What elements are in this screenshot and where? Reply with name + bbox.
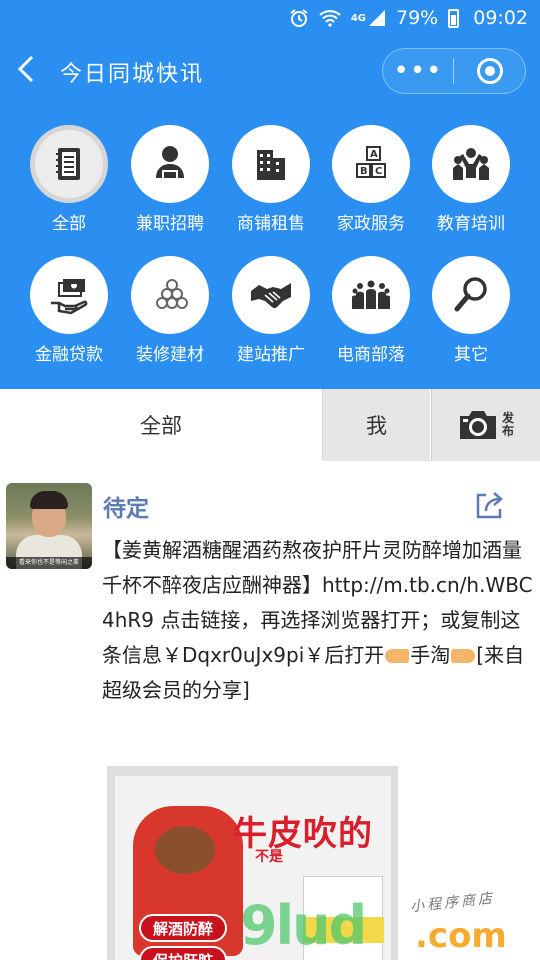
category-website-promotion[interactable]: 建站推广 <box>221 256 321 366</box>
buildings-icon <box>257 150 285 180</box>
category-housekeeping[interactable]: ABC 家政服务 <box>321 125 421 235</box>
category-grid: 全部 兼职招聘 商铺租售 ABC 家政服务 教育培训 金融贷款 装修建材 建站推… <box>0 110 540 389</box>
category-part-time-jobs[interactable]: 兼职招聘 <box>120 125 220 235</box>
clock: 09:02 <box>473 7 528 29</box>
more-button[interactable]: ••• <box>383 49 453 93</box>
tab-me[interactable]: 我 <box>322 389 430 461</box>
publish-label: 发布 <box>502 411 515 438</box>
category-building-materials[interactable]: 装修建材 <box>120 256 220 366</box>
category-ecommerce[interactable]: 电商部落 <box>321 256 421 366</box>
crowd-icon <box>352 280 390 309</box>
category-label: 建站推广 <box>237 345 305 365</box>
status-bar: 4G 79% 09:02 <box>0 0 540 36</box>
wifi-icon <box>319 9 341 27</box>
worker-icon <box>156 146 184 180</box>
category-label: 家政服务 <box>337 214 405 234</box>
pipes-icon <box>156 279 188 309</box>
post-image[interactable]: 牛皮吹的 不是 解酒防醉 保护肝脏 <box>107 766 398 960</box>
category-other[interactable]: 其它 <box>421 256 521 366</box>
poster-slogan: 牛皮吹的 <box>233 814 373 854</box>
publish-button[interactable]: 发布 <box>431 389 540 461</box>
category-label: 商铺租售 <box>237 214 305 234</box>
feed-tabs: 全部 我 发布 <box>0 389 540 461</box>
category-education[interactable]: 教育培训 <box>421 125 521 235</box>
category-label: 教育培训 <box>437 214 505 234</box>
category-all[interactable]: 全部 <box>19 125 119 235</box>
people-cheer-icon <box>453 148 489 180</box>
category-label: 金融贷款 <box>35 345 103 365</box>
post-content: 【姜黄解酒糖醒酒药熬夜护肝片灵防醉增加酒量千杯不醉夜店应酬神器】http://m… <box>102 533 536 708</box>
poster-slogan-sub: 不是 <box>255 849 283 865</box>
network-label: 4G <box>350 12 366 24</box>
poster-badge: 解酒防醉 <box>139 914 227 942</box>
avatar-caption: 看来你也不是等闲之辈 <box>6 557 92 569</box>
share-button[interactable] <box>472 489 506 523</box>
poster-badge: 保护肝脏 <box>139 946 227 960</box>
post-author[interactable]: 待定 <box>103 489 149 523</box>
pointing-left-hand-icon <box>451 649 476 663</box>
pointing-right-hand-icon <box>385 649 410 663</box>
category-label: 装修建材 <box>136 345 204 365</box>
share-icon <box>476 492 503 519</box>
page-title: 今日同城快讯 <box>60 62 205 87</box>
category-label: 电商部落 <box>337 345 405 365</box>
battery-icon <box>448 8 463 28</box>
category-label: 全部 <box>52 214 86 234</box>
category-shop-rental[interactable]: 商铺租售 <box>221 125 321 235</box>
avatar[interactable]: 看来你也不是等闲之辈 <box>6 483 92 569</box>
chevron-left-icon <box>17 55 34 83</box>
battery-percent: 79% <box>396 7 438 29</box>
abc-blocks-icon: AB C <box>356 146 386 178</box>
category-label: 其它 <box>454 345 488 365</box>
target-close-icon <box>476 58 503 84</box>
post-text-main: 【姜黄解酒糖醒酒药熬夜护肝片灵防醉增加酒量千杯不醉夜店应酬神器】http://m… <box>102 538 533 667</box>
more-dots-icon: ••• <box>393 56 443 86</box>
feed-post: 看来你也不是等闲之辈 待定 【姜黄解酒糖醒酒药熬夜护肝片灵防醉增加酒量千杯不醉夜… <box>0 461 540 960</box>
tab-all[interactable]: 全部 <box>0 389 322 461</box>
notebook-icon <box>56 148 80 180</box>
back-button[interactable] <box>16 54 48 90</box>
close-mini-program-button[interactable] <box>454 49 525 93</box>
post-text-mid: 手淘 <box>410 643 451 667</box>
magnifier-icon <box>454 277 487 312</box>
signal-icon: 4G <box>351 9 386 27</box>
handshake-icon <box>251 283 291 309</box>
battery-percent-text: 79% <box>396 7 439 29</box>
category-finance[interactable]: 金融贷款 <box>19 256 119 366</box>
category-label: 兼职招聘 <box>136 214 204 234</box>
nav-bar: 今日同城快讯 ••• <box>0 36 540 110</box>
svg-text:C: C <box>375 166 382 177</box>
alarm-icon <box>289 8 309 28</box>
money-hand-icon <box>51 279 88 315</box>
mini-program-capsule: ••• <box>382 48 526 94</box>
svg-text:B: B <box>360 166 368 177</box>
product-box <box>303 876 384 960</box>
camera-icon <box>460 411 496 439</box>
svg-text:A: A <box>370 149 378 160</box>
